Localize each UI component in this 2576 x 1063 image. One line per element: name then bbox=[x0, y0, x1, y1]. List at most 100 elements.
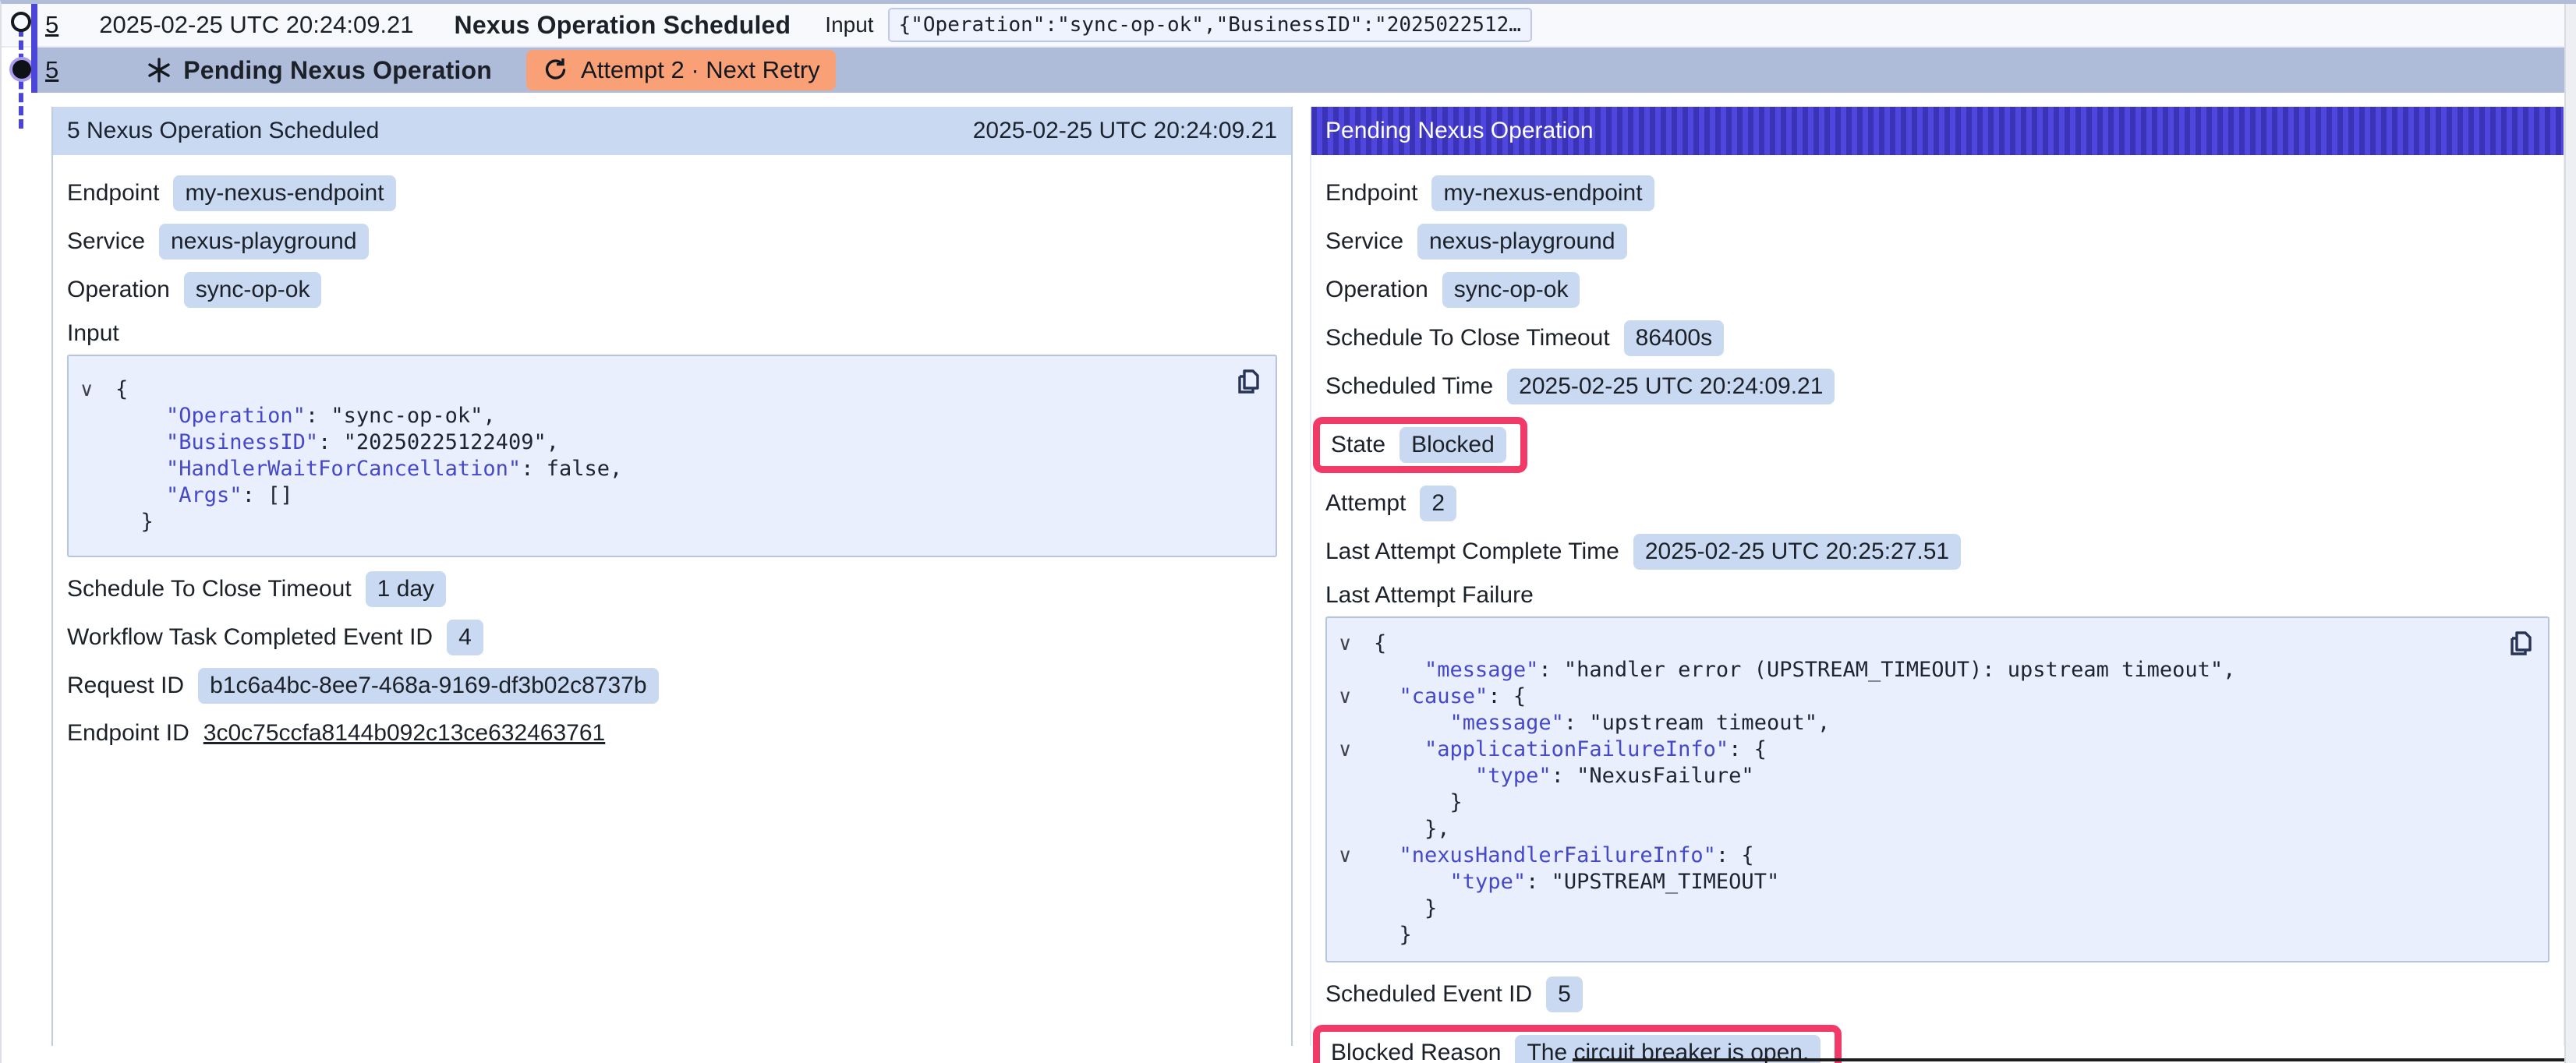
event-detail-header: 5 Nexus Operation Scheduled 2025-02-25 U… bbox=[53, 107, 1291, 155]
scrollbar-track[interactable] bbox=[2564, 4, 2576, 1063]
field-request-id: Request ID b1c6a4bc-8ee7-468a-9169-df3b0… bbox=[67, 668, 1277, 704]
chevron-down-icon[interactable]: ∨ bbox=[1327, 736, 1374, 763]
json-gutter bbox=[69, 456, 115, 482]
json-line-text: "type": "NexusFailure" bbox=[1374, 763, 1754, 789]
chevron-down-icon[interactable]: ∨ bbox=[69, 376, 115, 403]
field-label: Attempt bbox=[1325, 490, 1406, 517]
json-gutter bbox=[69, 403, 115, 429]
json-gutter bbox=[1327, 869, 1374, 895]
json-line: } bbox=[1327, 895, 2532, 922]
pending-operation-header: Pending Nexus Operation bbox=[1311, 107, 2564, 155]
field-label: Schedule To Close Timeout bbox=[1325, 325, 1610, 351]
field-label: State bbox=[1331, 432, 1385, 458]
field-service: Service nexus-playground bbox=[67, 224, 1277, 260]
json-line-text: "type": "UPSTREAM_TIMEOUT" bbox=[1374, 869, 1779, 895]
field-value-badge: 1 day bbox=[366, 571, 446, 607]
json-line-text: "Operation": "sync-op-ok", bbox=[115, 403, 496, 429]
json-line: "type": "NexusFailure" bbox=[1327, 763, 2532, 789]
field-label: Schedule To Close Timeout bbox=[67, 576, 352, 602]
asterisk-icon bbox=[146, 57, 172, 83]
json-line: "Args": [] bbox=[69, 482, 1260, 509]
field-label: Request ID bbox=[67, 673, 184, 699]
field-scheduled-time: Scheduled Time 2025-02-25 UTC 20:24:09.2… bbox=[1325, 369, 2549, 404]
field-operation: Operation sync-op-ok bbox=[67, 272, 1277, 308]
field-value-badge: nexus-playground bbox=[159, 224, 369, 260]
pending-operation-row[interactable]: 5 Pending Nexus Operation Attempt 2 · Ne… bbox=[37, 48, 2566, 93]
field-label: Service bbox=[67, 228, 145, 255]
event-detail-panel: 5 Nexus Operation Scheduled 2025-02-25 U… bbox=[51, 107, 1293, 1046]
pending-title: Pending Nexus Operation bbox=[183, 56, 492, 85]
json-line-text: "cause": { bbox=[1374, 683, 1526, 710]
chevron-down-icon[interactable]: ∨ bbox=[1327, 683, 1374, 710]
field-operation: Operation sync-op-ok bbox=[1325, 272, 2549, 308]
event-history-view: 5 2025-02-25 UTC 20:24:09.21 Nexus Opera… bbox=[0, 0, 2576, 1063]
field-value-badge: 4 bbox=[447, 620, 483, 655]
json-gutter bbox=[1327, 657, 1374, 683]
json-line-text: }, bbox=[1374, 816, 1450, 842]
json-line: "HandlerWaitForCancellation": false, bbox=[69, 456, 1260, 482]
json-line: "Operation": "sync-op-ok", bbox=[69, 403, 1260, 429]
json-line-text: "message": "handler error (UPSTREAM_TIME… bbox=[1374, 657, 2235, 683]
pending-id-link[interactable]: 5 bbox=[45, 56, 58, 84]
json-line: } bbox=[1327, 789, 2532, 816]
field-value-badge: sync-op-ok bbox=[1442, 272, 1580, 308]
attempt-retry-badge: Attempt 2 · Next Retry bbox=[526, 50, 836, 90]
field-value-badge: my-nexus-endpoint bbox=[173, 175, 395, 211]
field-label: Operation bbox=[1325, 277, 1428, 303]
copy-icon[interactable] bbox=[2506, 629, 2535, 659]
event-id-link[interactable]: 5 bbox=[45, 11, 58, 39]
json-line-text: "BusinessID": "20250225122409", bbox=[115, 429, 559, 456]
field-workflow-task-completed-event-id: Workflow Task Completed Event ID 4 bbox=[67, 620, 1277, 655]
field-scheduled-event-id: Scheduled Event ID 5 bbox=[1325, 976, 2549, 1012]
json-gutter bbox=[1327, 816, 1374, 842]
json-line-text: } bbox=[1374, 895, 1437, 922]
field-label: Scheduled Event ID bbox=[1325, 981, 1532, 1008]
event-detail-title: 5 Nexus Operation Scheduled bbox=[67, 118, 379, 144]
copy-icon[interactable] bbox=[1233, 367, 1263, 397]
field-label: Endpoint ID bbox=[67, 720, 189, 747]
json-line-text: "Args": [] bbox=[115, 482, 293, 509]
timeline-node-current-icon bbox=[12, 60, 31, 79]
json-gutter bbox=[1327, 922, 1374, 948]
chevron-down-icon[interactable]: ∨ bbox=[1327, 842, 1374, 869]
input-preview-chip[interactable]: {"Operation":"sync-op-ok","BusinessID":"… bbox=[888, 8, 1532, 42]
last-attempt-failure-label: Last Attempt Failure bbox=[1325, 582, 2549, 609]
json-line: } bbox=[1327, 922, 2532, 948]
json-line-text: "applicationFailureInfo": { bbox=[1374, 736, 1767, 763]
field-value-badge: b1c6a4bc-8ee7-468a-9169-df3b02c8737b bbox=[198, 668, 658, 704]
json-line-text: "nexusHandlerFailureInfo": { bbox=[1374, 842, 1754, 869]
field-label: Endpoint bbox=[67, 180, 159, 207]
event-timeline bbox=[3, 4, 47, 183]
field-value-badge: 5 bbox=[1546, 976, 1583, 1012]
json-gutter bbox=[1327, 789, 1374, 816]
field-service: Service nexus-playground bbox=[1325, 224, 2549, 260]
endpoint-id-link[interactable]: 3c0c75ccfa8144b092c13ce632463761 bbox=[203, 720, 605, 747]
field-last-attempt-complete-time: Last Attempt Complete Time 2025-02-25 UT… bbox=[1325, 534, 2549, 570]
detail-panels: 5 Nexus Operation Scheduled 2025-02-25 U… bbox=[51, 107, 2565, 1046]
state-annotation-highlight: State Blocked bbox=[1313, 417, 1527, 473]
json-gutter bbox=[69, 429, 115, 456]
field-state: State Blocked bbox=[1331, 427, 1506, 463]
selected-indicator-bar bbox=[31, 4, 37, 93]
json-line: "BusinessID": "20250225122409", bbox=[69, 429, 1260, 456]
field-value-badge: 2025-02-25 UTC 20:25:27.51 bbox=[1633, 534, 1961, 570]
json-line: ∨ "applicationFailureInfo": { bbox=[1327, 736, 2532, 763]
json-line: }, bbox=[1327, 816, 2532, 842]
json-line: "message": "handler error (UPSTREAM_TIME… bbox=[1327, 657, 2532, 683]
json-line: ∨ "cause": { bbox=[1327, 683, 2532, 710]
json-line-text: } bbox=[1374, 922, 1412, 948]
json-gutter bbox=[69, 509, 115, 535]
field-endpoint-id: Endpoint ID 3c0c75ccfa8144b092c13ce63246… bbox=[67, 716, 1277, 750]
event-title: Nexus Operation Scheduled bbox=[455, 11, 791, 40]
chevron-down-icon[interactable]: ∨ bbox=[1327, 630, 1374, 657]
attempt-badge-label: Attempt 2 · Next Retry bbox=[581, 56, 820, 84]
event-row-scheduled[interactable]: 5 2025-02-25 UTC 20:24:09.21 Nexus Opera… bbox=[2, 4, 2576, 48]
field-schedule-to-close-timeout: Schedule To Close Timeout 86400s bbox=[1325, 320, 2549, 356]
field-value-badge: 86400s bbox=[1624, 320, 1724, 356]
field-endpoint: Endpoint my-nexus-endpoint bbox=[1325, 175, 2549, 211]
json-line-text: "HandlerWaitForCancellation": false, bbox=[115, 456, 622, 482]
field-value-badge: nexus-playground bbox=[1417, 224, 1627, 260]
field-label: Workflow Task Completed Event ID bbox=[67, 624, 433, 651]
event-timestamp: 2025-02-25 UTC 20:24:09.21 bbox=[99, 11, 413, 39]
bottom-edge-line bbox=[1573, 1058, 2565, 1061]
